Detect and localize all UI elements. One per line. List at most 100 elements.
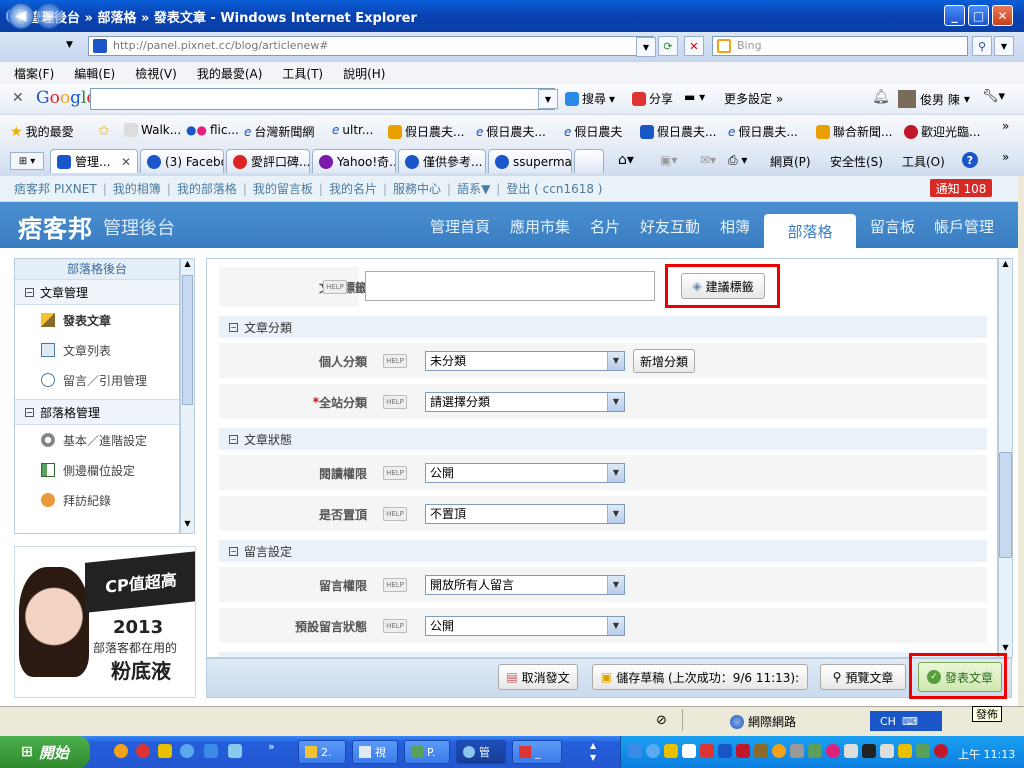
- favorite-item[interactable]: ● ● flic...: [186, 123, 239, 137]
- add-category-button[interactable]: 新增分類: [633, 349, 695, 373]
- page-menu[interactable]: 網頁(P): [770, 153, 811, 170]
- tray-icon[interactable]: [664, 744, 678, 758]
- quicklaunch-icon[interactable]: [204, 744, 218, 758]
- quicklaunch-overflow-icon[interactable]: »: [268, 740, 275, 753]
- wrench-icon[interactable]: 🔧︎▾: [982, 89, 1005, 104]
- help-badge[interactable]: HELP: [383, 466, 407, 480]
- command-overflow-icon[interactable]: »: [1002, 150, 1009, 164]
- taskbar-item[interactable]: 2.: [298, 740, 346, 764]
- tab-facebook[interactable]: (3) Facebo...: [140, 149, 224, 173]
- sidebar-section-blog[interactable]: − 部落格管理: [15, 399, 179, 425]
- back-button[interactable]: ◀: [8, 3, 34, 29]
- preview-button[interactable]: ⚲ 預覽文章: [820, 664, 906, 690]
- tray-icon[interactable]: [682, 744, 696, 758]
- tray-icon[interactable]: [700, 744, 714, 758]
- menu-help[interactable]: 說明(H): [343, 65, 385, 82]
- sidebar-item-new-post[interactable]: 發表文章: [15, 305, 179, 335]
- favorite-item[interactable]: 歡迎光臨...: [904, 123, 980, 140]
- notification-badge[interactable]: 通知 108: [930, 179, 992, 197]
- history-dropdown-icon[interactable]: ▼: [66, 40, 73, 50]
- pixnet-logo[interactable]: 痞客邦: [18, 209, 93, 244]
- favorite-item[interactable]: e 假日農夫...: [476, 123, 546, 140]
- tray-icon[interactable]: [880, 744, 894, 758]
- search-input[interactable]: Bing: [712, 36, 968, 56]
- maximize-button[interactable]: □: [968, 5, 989, 26]
- tray-icon[interactable]: [718, 744, 732, 758]
- safety-menu[interactable]: 安全性(S): [830, 153, 883, 170]
- nav-album[interactable]: 相簿: [720, 216, 750, 237]
- sidebar-item-post-list[interactable]: 文章列表: [15, 335, 179, 365]
- favorites-overflow-icon[interactable]: »: [1002, 119, 1009, 133]
- search-options-icon[interactable]: ▼: [994, 36, 1014, 56]
- tab-ipeen[interactable]: 愛評口碑...: [226, 149, 310, 173]
- start-button[interactable]: ⊞ 開始: [0, 736, 90, 768]
- sidebar-item-visits[interactable]: 拜訪紀錄: [15, 485, 179, 515]
- site-category-select[interactable]: 請選擇分類 ▼: [425, 392, 625, 412]
- new-tab-button[interactable]: [574, 149, 604, 173]
- forward-button[interactable]: ▶: [36, 3, 62, 29]
- favorites-button[interactable]: ★ 我的最愛: [10, 123, 74, 140]
- tray-icon[interactable]: [628, 744, 642, 758]
- ime-indicator[interactable]: CH ⌨: [870, 711, 942, 731]
- google-search-dropdown-icon[interactable]: ▼: [538, 89, 558, 109]
- clock[interactable]: 上午 11:13: [958, 746, 1015, 762]
- help-badge[interactable]: HELP: [383, 507, 407, 521]
- save-draft-button[interactable]: ▣ 儲存草稿 (上次成功：9/6 11:13):: [592, 664, 808, 690]
- quicklaunch-icon[interactable]: [114, 744, 128, 758]
- home-icon[interactable]: ⌂▾: [618, 152, 634, 168]
- comment-permission-select[interactable]: 開放所有人留言 ▼: [425, 575, 625, 595]
- close-toolbar-icon[interactable]: ✕: [12, 90, 24, 106]
- print-icon[interactable]: ⎙ ▾: [728, 153, 747, 168]
- cancel-post-button[interactable]: ▤ 取消發文: [498, 664, 578, 690]
- favorite-item[interactable]: 假日農夫...: [388, 123, 464, 140]
- status-section-header[interactable]: − 文章狀態: [219, 428, 987, 450]
- taskbar-scroll-icon[interactable]: ▲ ▼: [590, 740, 596, 764]
- link-service[interactable]: 服務中心: [393, 180, 441, 197]
- favorite-item[interactable]: e 台灣新聞網: [244, 123, 314, 140]
- tray-icon[interactable]: [844, 744, 858, 758]
- sidebar-item-comments[interactable]: 留言／引用管理: [15, 365, 179, 395]
- minimize-button[interactable]: _: [944, 5, 965, 26]
- quicklaunch-icon[interactable]: [136, 744, 150, 758]
- search-icon[interactable]: ⚲: [972, 36, 992, 56]
- scroll-down-icon[interactable]: ▼: [181, 519, 194, 533]
- tray-icon[interactable]: [754, 744, 768, 758]
- help-badge[interactable]: HELP: [383, 578, 407, 592]
- link-language[interactable]: 語系▼: [457, 180, 490, 197]
- default-comment-status-select[interactable]: 公開 ▼: [425, 616, 625, 636]
- taskbar-item-active[interactable]: 管: [456, 740, 506, 764]
- add-favorite-icon[interactable]: ✩: [98, 123, 110, 139]
- nav-account[interactable]: 帳戶管理: [934, 216, 994, 237]
- menu-favorites[interactable]: 我的最愛(A): [197, 65, 263, 82]
- bell-icon[interactable]: 🔔︎: [872, 89, 890, 105]
- tab-reference[interactable]: 僅供參考...: [398, 149, 486, 173]
- tray-icon[interactable]: [826, 744, 840, 758]
- tray-icon[interactable]: [862, 744, 876, 758]
- google-search-button[interactable]: 搜尋 ▾: [565, 90, 615, 107]
- sidebar-scroll-thumb[interactable]: [182, 275, 193, 405]
- pin-select[interactable]: 不置頂 ▼: [425, 504, 625, 524]
- favorite-item[interactable]: e ultr...: [332, 123, 373, 137]
- tools-menu[interactable]: 工具(O): [902, 153, 945, 170]
- tray-icon[interactable]: [736, 744, 750, 758]
- favorite-item[interactable]: 假日農夫...: [640, 123, 716, 140]
- tab-superman[interactable]: ssuperma...: [488, 149, 572, 173]
- volume-icon[interactable]: [790, 744, 804, 758]
- mail-icon[interactable]: ✉▾: [700, 153, 716, 167]
- sidebar-section-article[interactable]: − 文章管理: [15, 279, 179, 305]
- quicklaunch-icon[interactable]: [228, 744, 242, 758]
- comment-section-header[interactable]: − 留言設定: [219, 540, 987, 562]
- favorite-item[interactable]: 聯合新聞...: [816, 123, 892, 140]
- help-badge[interactable]: HELP: [383, 619, 407, 633]
- favorite-item[interactable]: e 假日農夫...: [728, 123, 798, 140]
- taskbar-item[interactable]: P.: [404, 740, 450, 764]
- nav-guestbook[interactable]: 留言板: [870, 216, 915, 237]
- close-button[interactable]: ✕: [992, 5, 1013, 26]
- tray-icon[interactable]: [916, 744, 930, 758]
- google-toggle-icon[interactable]: ▬ ▾: [684, 90, 705, 104]
- address-dropdown-icon[interactable]: ▼: [636, 37, 656, 57]
- taskbar-item[interactable]: _: [512, 740, 562, 764]
- google-more-settings[interactable]: 更多設定 »: [724, 90, 783, 107]
- help-badge[interactable]: HELP: [323, 280, 347, 294]
- tray-icon[interactable]: [934, 744, 948, 758]
